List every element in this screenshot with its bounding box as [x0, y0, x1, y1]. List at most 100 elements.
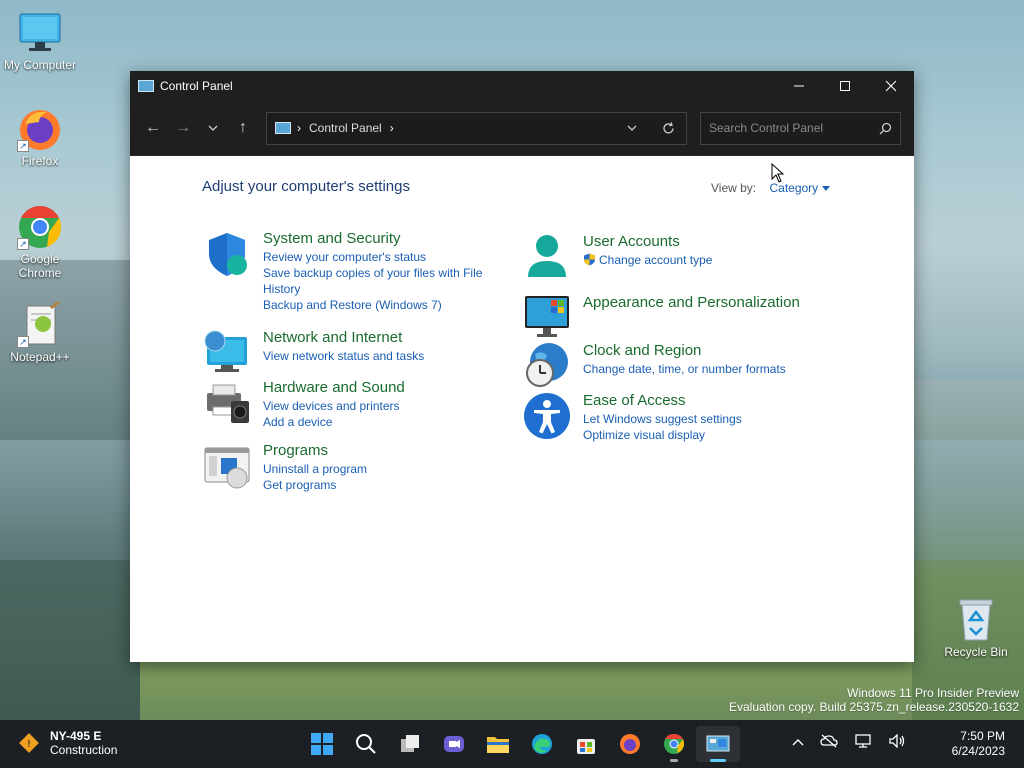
- category-title-user-accounts[interactable]: User Accounts: [583, 233, 712, 250]
- category-ease-of-access: Ease of Access Let Windows suggest setti…: [523, 392, 742, 443]
- link-network-status[interactable]: View network status and tasks: [263, 348, 424, 364]
- control-panel-icon: [138, 80, 154, 92]
- desktop-icon-label: Notepad++: [10, 350, 70, 364]
- file-explorer-button[interactable]: [476, 726, 520, 762]
- onedrive-offline-icon[interactable]: [820, 734, 838, 751]
- category-title-system-security[interactable]: System and Security: [263, 230, 493, 247]
- forward-button[interactable]: →: [168, 113, 198, 143]
- desktop-icon-firefox[interactable]: ↗ Firefox: [0, 106, 80, 168]
- category-clock-region: Clock and Region Change date, time, or n…: [523, 342, 786, 390]
- watermark-line-1: Windows 11 Pro Insider Preview: [847, 686, 1019, 700]
- view-by-label: View by:: [711, 181, 757, 195]
- minimize-button[interactable]: [776, 71, 822, 101]
- address-bar[interactable]: › Control Panel ›: [266, 111, 687, 145]
- link-date-time-formats[interactable]: Change date, time, or number formats: [583, 361, 786, 377]
- address-history-button[interactable]: [614, 113, 650, 144]
- desktop-icon-my-computer[interactable]: My Computer: [0, 10, 80, 72]
- task-view-icon: [401, 735, 419, 752]
- category-programs: Programs Uninstall a program Get program…: [203, 442, 367, 493]
- system-tray: [784, 733, 914, 751]
- evaluation-watermark: Windows 11 Pro Insider Preview Evaluatio…: [729, 686, 1019, 714]
- edge-button[interactable]: [520, 726, 564, 762]
- volume-icon[interactable]: [888, 733, 906, 751]
- chevron-down-icon: [627, 125, 637, 131]
- clock-globe-icon: [523, 342, 571, 390]
- search-icon[interactable]: [870, 122, 900, 135]
- network-globe-icon: [203, 329, 251, 377]
- link-get-programs[interactable]: Get programs: [263, 477, 367, 493]
- link-add-device[interactable]: Add a device: [263, 414, 405, 430]
- link-file-history[interactable]: Save backup copies of your files with Fi…: [263, 265, 493, 297]
- shortcut-arrow-icon: ↗: [17, 238, 29, 250]
- desktop-icon-chrome[interactable]: ↗ Google Chrome: [0, 204, 80, 280]
- category-title-ease-of-access[interactable]: Ease of Access: [583, 392, 742, 409]
- recent-locations-button[interactable]: [198, 113, 228, 143]
- forward-arrow-icon: →: [175, 119, 191, 136]
- taskbar: ! NY-495 E Construction 7:50 PM 6/24/202…: [0, 720, 1024, 768]
- up-button[interactable]: ↑: [228, 113, 258, 143]
- category-title-hardware-sound[interactable]: Hardware and Sound: [263, 379, 405, 396]
- weather-subtitle: Construction: [50, 743, 118, 757]
- programs-icon: [203, 442, 251, 490]
- refresh-icon: [662, 121, 674, 133]
- navigation-toolbar: ← → ↑ › Control Panel ›: [130, 101, 914, 156]
- close-button[interactable]: [868, 71, 914, 101]
- clock-date: 6/24/2023: [951, 744, 1005, 758]
- network-icon[interactable]: [854, 734, 872, 751]
- show-hidden-icons-chevron-icon[interactable]: [792, 734, 804, 751]
- taskbar-clock[interactable]: 7:50 PM 6/24/2023: [952, 729, 1005, 759]
- breadcrumb-chevron-icon: ›: [297, 121, 301, 135]
- control-panel-window: Control Panel ← → ↑ › Control Panel › Se…: [130, 71, 914, 662]
- desktop-icon-label: Firefox: [21, 154, 59, 168]
- link-devices-printers[interactable]: View devices and printers: [263, 398, 405, 414]
- desktop-icon-label: My Computer: [3, 58, 77, 72]
- control-panel-icon: [706, 735, 730, 752]
- desktop-icon-notepadpp[interactable]: ↗ Notepad++: [0, 298, 80, 364]
- task-view-button[interactable]: [388, 726, 432, 762]
- breadcrumb-control-panel[interactable]: Control Panel: [309, 121, 382, 135]
- link-review-status[interactable]: Review your computer's status: [263, 249, 493, 265]
- caret-down-icon[interactable]: [822, 186, 831, 192]
- window-titlebar[interactable]: Control Panel: [130, 71, 914, 101]
- refresh-button[interactable]: [650, 113, 686, 144]
- teams-chat-button[interactable]: [432, 726, 476, 762]
- category-title-programs[interactable]: Programs: [263, 442, 367, 459]
- store-button[interactable]: [564, 726, 608, 762]
- chrome-icon: [664, 733, 685, 754]
- start-button[interactable]: [300, 726, 344, 762]
- svg-text:!: !: [27, 739, 31, 750]
- category-title-appearance[interactable]: Appearance and Personalization: [583, 294, 800, 311]
- breadcrumb-chevron-icon[interactable]: ›: [390, 121, 394, 135]
- link-windows-suggest-settings[interactable]: Let Windows suggest settings: [583, 411, 742, 427]
- view-by-dropdown[interactable]: Category: [769, 181, 818, 195]
- link-backup-restore[interactable]: Backup and Restore (Windows 7): [263, 297, 493, 313]
- category-title-network-internet[interactable]: Network and Internet: [263, 329, 424, 346]
- watermark-line-2: Evaluation copy. Build 25375.zn_release.…: [729, 700, 1019, 714]
- link-change-account-type[interactable]: Change account type: [583, 252, 712, 268]
- control-panel-taskbar-button[interactable]: [696, 726, 740, 762]
- chrome-taskbar-button[interactable]: [652, 726, 696, 762]
- category-title-clock-region[interactable]: Clock and Region: [583, 342, 786, 359]
- link-optimize-visual-display[interactable]: Optimize visual display: [583, 427, 742, 443]
- back-arrow-icon: ←: [145, 119, 161, 136]
- search-box[interactable]: [700, 111, 901, 145]
- active-indicator: [710, 759, 726, 762]
- uac-shield-icon: [584, 253, 595, 266]
- desktop-icon-label: Google Chrome: [18, 252, 62, 280]
- maximize-button[interactable]: [822, 71, 868, 101]
- weather-widget[interactable]: ! NY-495 E Construction: [18, 729, 117, 757]
- firefox-taskbar-button[interactable]: [608, 726, 652, 762]
- link-change-account-type-label: Change account type: [599, 253, 713, 267]
- link-uninstall-program[interactable]: Uninstall a program: [263, 461, 367, 477]
- windows-start-icon: [311, 733, 333, 755]
- chat-icon: [444, 736, 464, 752]
- search-input[interactable]: [701, 112, 870, 144]
- taskbar-search-button[interactable]: [344, 726, 388, 762]
- recycle-bin-icon: [959, 599, 993, 641]
- edge-icon: [532, 734, 552, 754]
- control-panel-icon: [275, 122, 291, 134]
- back-button[interactable]: ←: [138, 113, 168, 143]
- folder-icon: [487, 737, 509, 753]
- weather-title: NY-495 E: [50, 729, 102, 743]
- desktop-icon-recycle-bin[interactable]: Recycle Bin: [940, 596, 1012, 659]
